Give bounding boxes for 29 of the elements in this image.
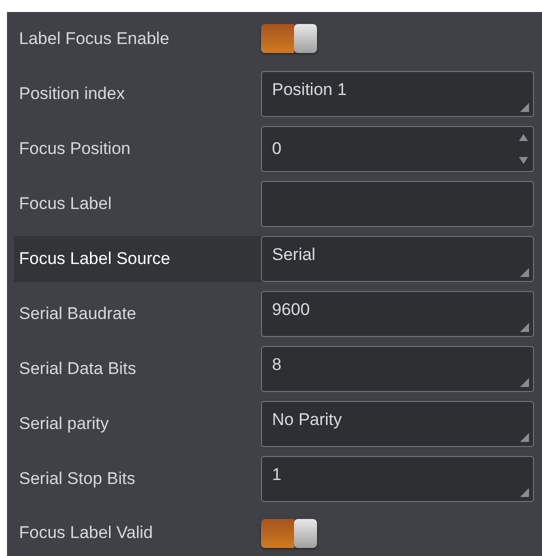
dropdown-corner-icon bbox=[520, 432, 529, 442]
dropdown-corner-icon bbox=[520, 322, 529, 332]
text-field[interactable] bbox=[261, 180, 534, 226]
dropdown-corner-icon bbox=[520, 378, 529, 386]
dropdown-corner-icon bbox=[520, 268, 529, 276]
increment-arrow-icon[interactable] bbox=[519, 134, 528, 140]
setting-label: Serial parity bbox=[19, 414, 110, 434]
setting-label: Serial Baudrate bbox=[19, 304, 138, 324]
dropdown-field[interactable]: 8 bbox=[261, 346, 534, 392]
toggle-switch[interactable] bbox=[261, 518, 317, 548]
setting-label: Serial Stop Bits bbox=[19, 468, 136, 488]
setting-label: Focus Label Source bbox=[19, 248, 172, 268]
dropdown-field[interactable]: Serial bbox=[261, 236, 534, 282]
dropdown-field[interactable]: Position 1 bbox=[261, 70, 534, 116]
dropdown-field[interactable]: 9600 bbox=[261, 290, 534, 336]
dropdown-field[interactable]: No Parity bbox=[261, 400, 534, 446]
dropdown-field[interactable]: 1 bbox=[261, 456, 534, 502]
setting-label: Serial Data Bits bbox=[19, 358, 138, 378]
selected-row[interactable]: Focus Label Source Serial bbox=[14, 236, 534, 282]
dropdown-corner-icon bbox=[520, 102, 529, 112]
decrement-arrow-icon[interactable] bbox=[519, 156, 528, 164]
dropdown-corner-icon bbox=[520, 488, 529, 496]
number-field[interactable]: 0 bbox=[261, 126, 534, 172]
setting-label: Focus Label bbox=[19, 194, 113, 214]
setting-label: Position index bbox=[19, 84, 126, 104]
toggle-switch[interactable] bbox=[261, 24, 317, 54]
setting-label: Label Focus Enable bbox=[19, 28, 170, 49]
setting-label: Focus Position bbox=[19, 138, 132, 158]
setting-label: Focus Label Valid bbox=[19, 523, 154, 544]
